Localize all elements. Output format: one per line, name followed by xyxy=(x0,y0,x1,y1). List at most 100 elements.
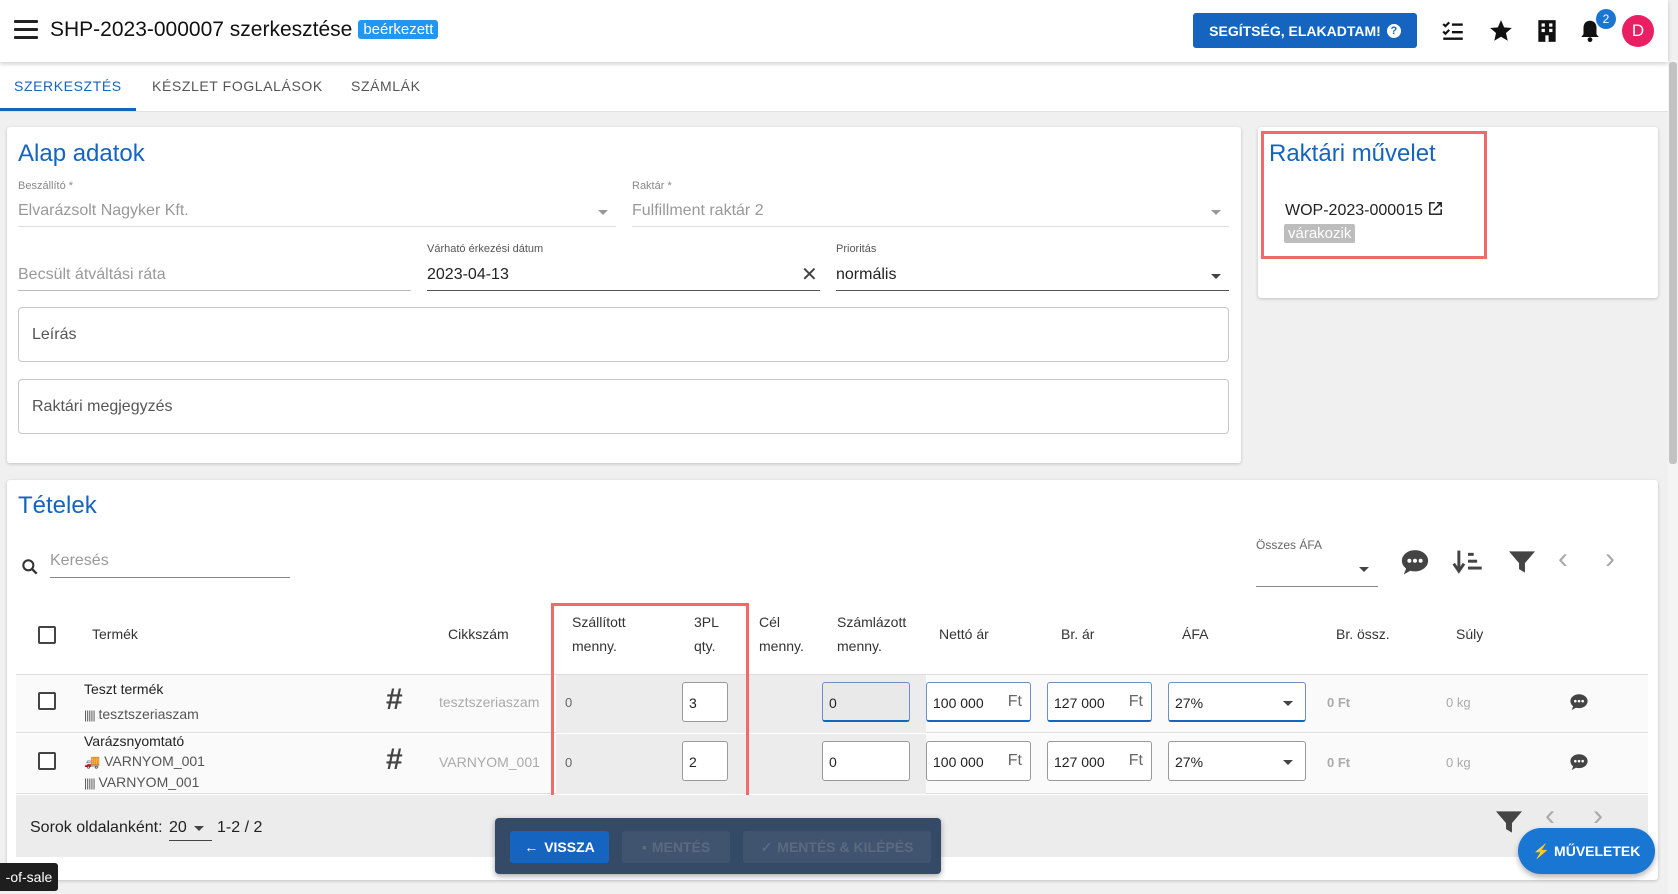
column-gross-price[interactable]: Br. ár xyxy=(1061,622,1094,646)
rows-per-page-select[interactable]: 20 xyxy=(169,819,187,837)
filter-icon[interactable] xyxy=(1507,549,1537,575)
save-exit-button[interactable]: ✓ MENTÉS & KILÉPÉS xyxy=(743,831,931,863)
hash-icon[interactable]: # xyxy=(386,683,403,717)
row-gross-price-value: 127 000 xyxy=(1054,695,1105,711)
currency-unit: Ft xyxy=(1007,693,1022,710)
column-invoiced-line2: menny. xyxy=(837,638,882,654)
exchange-rate-input[interactable]: Becsült átváltási ráta xyxy=(18,266,166,284)
description-field[interactable]: Leírás xyxy=(18,307,1229,362)
status-badge: beérkezett xyxy=(358,20,439,39)
clear-date-icon[interactable]: ✕ xyxy=(801,262,818,287)
back-button-label: VISSZA xyxy=(544,839,595,855)
operations-button[interactable]: ⚡ MŰVELETEK xyxy=(1518,828,1655,874)
save-button[interactable]: ▪ MENTÉS xyxy=(622,831,730,863)
rows-per-page-dropdown-icon[interactable] xyxy=(194,826,204,831)
page-title-text: SHP-2023-000007 szerkesztése xyxy=(50,18,353,41)
comment-icon[interactable] xyxy=(1400,548,1430,576)
currency-unit: Ft xyxy=(1128,693,1143,710)
warehouse-note-field[interactable]: Raktári megjegyzés xyxy=(18,379,1229,434)
help-icon: ? xyxy=(1386,23,1401,38)
pagination-range: 1-2 / 2 xyxy=(217,819,263,836)
tab-bar: SZERKESZTÉS KÉSZLET FOGLALÁSOK SZÁMLÁK xyxy=(0,62,1668,112)
product-barcode: ||||| VARNYOM_001 xyxy=(84,774,199,790)
row-invoiced-input[interactable]: 0 xyxy=(822,682,910,722)
column-target-line2: menny. xyxy=(759,638,804,654)
column-vat[interactable]: ÁFA xyxy=(1182,622,1208,646)
tab-invoices[interactable]: SZÁMLÁK xyxy=(351,78,421,94)
check-icon: ✓ xyxy=(760,838,773,855)
row-vat-select[interactable]: 27% xyxy=(1168,682,1306,722)
product-name[interactable]: Teszt termék xyxy=(84,681,163,697)
lightning-icon: ⚡ xyxy=(1532,842,1551,859)
avatar[interactable]: D xyxy=(1622,15,1654,47)
column-weight[interactable]: Súly xyxy=(1456,622,1483,646)
vat-filter-dropdown-icon[interactable] xyxy=(1359,567,1369,572)
row-gross-price-input[interactable]: 127 000 Ft xyxy=(1047,741,1152,781)
row-gross-total: 0 Ft xyxy=(1327,755,1351,770)
menu-icon[interactable] xyxy=(14,20,38,40)
save-button-label: MENTÉS xyxy=(651,839,711,855)
product-barcode: ||||| tesztszeriaszam xyxy=(84,706,199,722)
back-button[interactable]: ← VISSZA xyxy=(510,831,609,863)
save-icon: ▪ xyxy=(641,839,647,855)
footer-filter-icon[interactable] xyxy=(1494,809,1524,835)
scrollbar-thumb[interactable] xyxy=(1669,62,1677,464)
row-vat-value: 27% xyxy=(1175,754,1204,770)
top-app-bar: SHP-2023-000007 szerkesztése beérkezett S… xyxy=(0,0,1668,62)
search-input[interactable]: Keresés xyxy=(50,552,109,570)
product-name[interactable]: Varázsnyomtató xyxy=(84,733,184,749)
warehouse-select[interactable]: Fulfillment raktár 2 xyxy=(632,202,764,220)
product-supplier-code: 🚚 VARNYOM_001 xyxy=(84,753,205,770)
sort-icon[interactable] xyxy=(1452,548,1484,576)
building-icon[interactable] xyxy=(1534,18,1560,44)
row-comment-icon[interactable] xyxy=(1569,693,1589,711)
row-checkbox[interactable] xyxy=(38,692,56,710)
rows-per-page-label: Sorok oldalanként: xyxy=(30,819,163,836)
highlight-box-quantities xyxy=(551,603,749,801)
warehouse-dropdown-icon[interactable] xyxy=(1211,210,1221,215)
priority-select[interactable]: normális xyxy=(836,266,896,284)
row-weight: 0 kg xyxy=(1446,755,1471,770)
column-invoiced-line1: Számlázott xyxy=(837,614,907,630)
next-page-icon[interactable]: › xyxy=(1605,542,1615,576)
tab-stock-reservations[interactable]: KÉSZLET FOGLALÁSOK xyxy=(152,78,323,94)
row-sku: VARNYOM_001 xyxy=(439,754,540,770)
priority-dropdown-icon[interactable] xyxy=(1211,274,1221,279)
column-gross-total[interactable]: Br. össz. xyxy=(1336,622,1390,646)
row-comment-icon[interactable] xyxy=(1569,753,1589,771)
tab-edit[interactable]: SZERKESZTÉS xyxy=(14,78,122,94)
column-product[interactable]: Termék xyxy=(92,622,138,646)
row-vat-select[interactable]: 27% xyxy=(1168,741,1306,781)
row-gross-price-input[interactable]: 127 000 Ft xyxy=(1047,682,1152,722)
supplier-dropdown-icon[interactable] xyxy=(598,210,608,215)
hash-icon[interactable]: # xyxy=(386,743,403,777)
row-net-price-value: 100 000 xyxy=(933,754,984,770)
row-invoiced-input[interactable]: 0 xyxy=(822,741,910,781)
column-sku[interactable]: Cikkszám xyxy=(448,622,509,646)
highlight-box-warehouse-op xyxy=(1261,131,1487,259)
supplier-select[interactable]: Elvarázsolt Nagyker Kft. xyxy=(18,202,189,220)
help-button[interactable]: SEGÍTSÉG, ELAKADTAM! ? xyxy=(1193,13,1417,48)
product-barcode-text: VARNYOM_001 xyxy=(98,774,200,790)
checklist-icon[interactable] xyxy=(1440,18,1466,44)
supplier-label: Beszállító * xyxy=(18,180,74,192)
column-target[interactable]: Cél menny. xyxy=(759,610,804,658)
column-invoiced[interactable]: Számlázott menny. xyxy=(837,610,906,658)
help-button-label: SEGÍTSÉG, ELAKADTAM! xyxy=(1209,22,1381,39)
vat-filter-underline[interactable] xyxy=(1256,586,1378,587)
supplier-underline xyxy=(18,226,616,227)
priority-underline xyxy=(836,290,1229,291)
row-net-price-input[interactable]: 100 000 Ft xyxy=(926,741,1031,781)
currency-unit: Ft xyxy=(1128,752,1143,769)
row-net-price-input[interactable]: 100 000 Ft xyxy=(926,682,1031,722)
row-checkbox[interactable] xyxy=(38,752,56,770)
priority-label: Prioritás xyxy=(836,243,877,255)
product-supplier-code-text: VARNYOM_001 xyxy=(104,753,205,769)
tooltip: -of-sale xyxy=(0,863,58,891)
prev-page-icon[interactable]: ‹ xyxy=(1558,542,1568,576)
row-net-price-value: 100 000 xyxy=(933,695,984,711)
select-all-checkbox[interactable] xyxy=(38,626,56,644)
star-icon[interactable] xyxy=(1488,18,1514,44)
arrival-date-input[interactable]: 2023-04-13 xyxy=(427,266,509,284)
column-net-price[interactable]: Nettó ár xyxy=(939,622,989,646)
